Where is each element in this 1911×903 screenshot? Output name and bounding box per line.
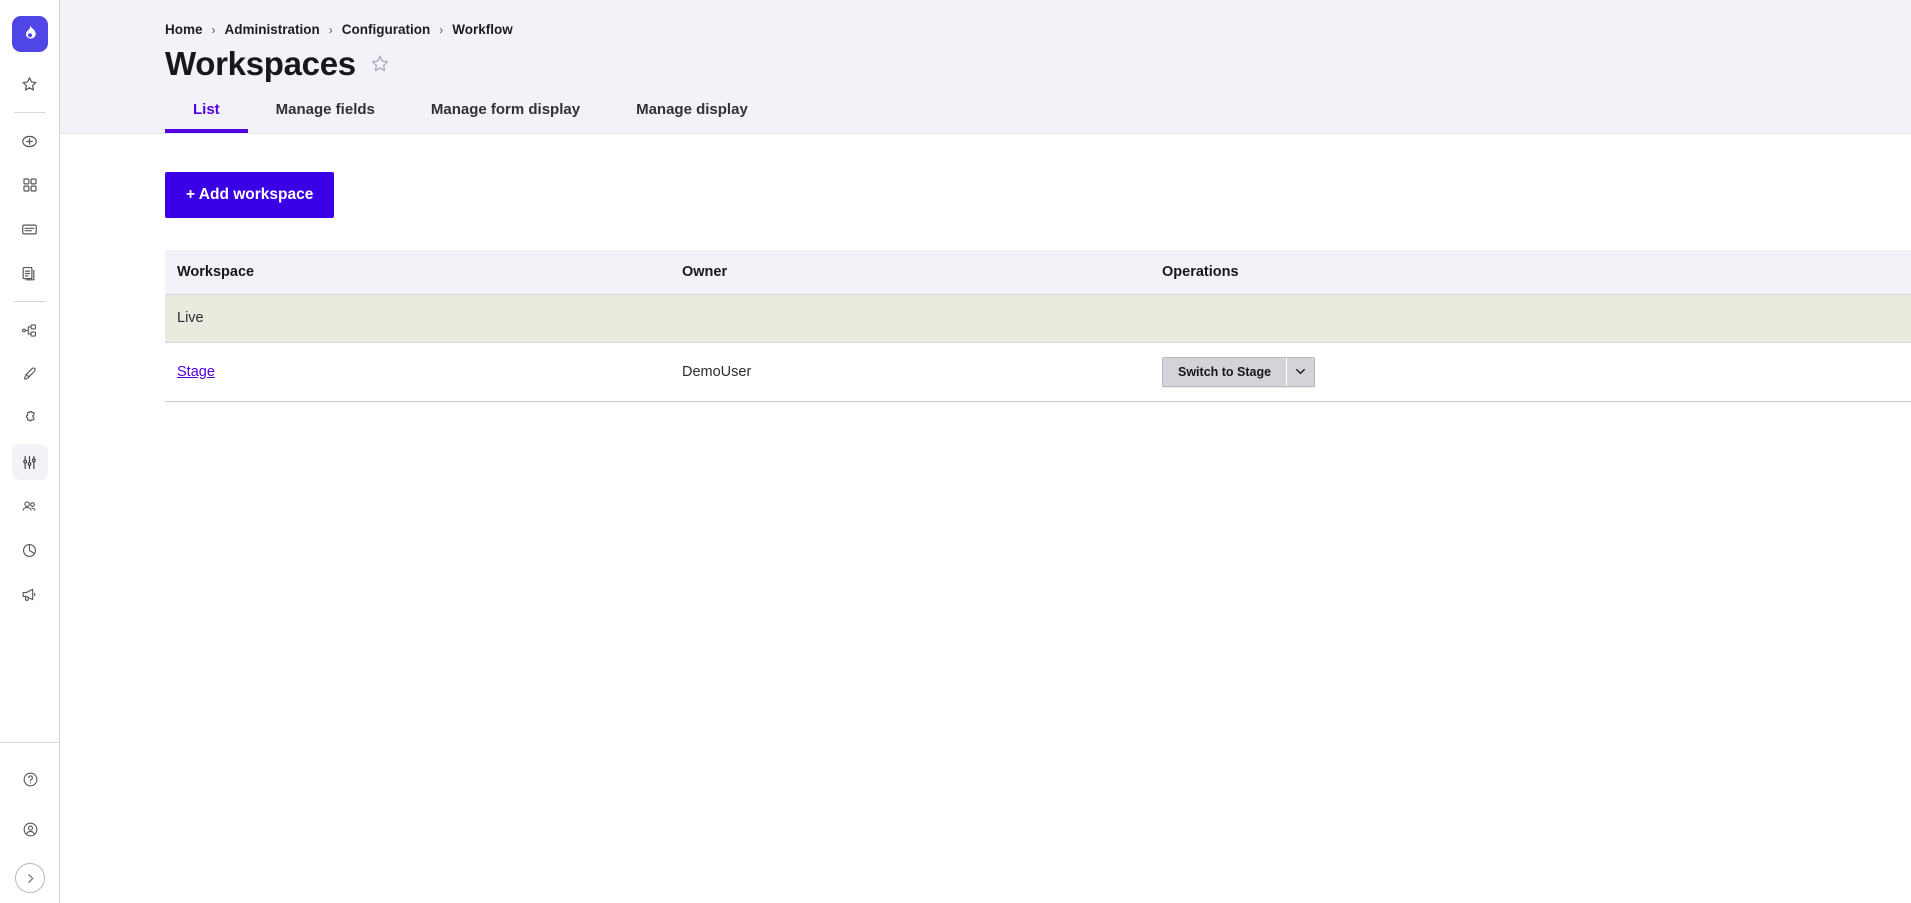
breadcrumb-separator-icon: ›	[211, 22, 216, 37]
sidebar-group-admin	[11, 312, 48, 612]
workspaces-table: Workspace Owner Operations Live Stage De…	[165, 249, 1911, 402]
title-row: Workspaces	[60, 45, 1911, 83]
list-icon	[22, 224, 37, 234]
column-header-operations: Operations	[1150, 249, 1911, 295]
pie-chart-icon	[23, 543, 36, 557]
breadcrumb-item-workflow[interactable]: Workflow	[452, 22, 513, 37]
breadcrumb-separator-icon: ›	[439, 22, 444, 37]
puzzle-icon	[25, 410, 35, 422]
cell-workspace-stage: Stage	[165, 342, 670, 402]
column-header-workspace: Workspace	[165, 249, 670, 295]
breadcrumb: Home › Administration › Configuration › …	[60, 22, 1911, 37]
sidebar-divider-3	[0, 742, 60, 743]
chevron-right-icon	[27, 873, 33, 883]
main-region: Home › Administration › Configuration › …	[60, 0, 1911, 903]
cell-workspace-live: Live	[165, 294, 670, 343]
chevron-down-icon	[1296, 368, 1306, 375]
cell-owner-stage: DemoUser	[670, 342, 1150, 402]
column-header-owner: Owner	[670, 249, 1150, 295]
sidebar-item-appearance[interactable]	[12, 356, 48, 392]
sidebar-item-structure[interactable]	[12, 312, 48, 348]
sidebar-item-configuration[interactable]	[11, 444, 48, 480]
sidebar-item-content[interactable]	[12, 211, 48, 247]
content-region: + Add workspace Workspace Owner Operatio…	[60, 134, 1911, 903]
sidebar-bottom-group	[0, 742, 60, 903]
paintbrush-icon	[23, 366, 36, 380]
sitemap-icon	[22, 323, 36, 337]
star-icon	[22, 76, 37, 91]
cell-operations-stage: Switch to Stage	[1150, 342, 1911, 402]
tab-list[interactable]: List	[165, 101, 248, 133]
files-icon	[22, 266, 35, 280]
sliders-icon	[23, 455, 36, 469]
cell-operations-live	[1150, 294, 1911, 343]
tab-bar: List Manage fields Manage form display M…	[60, 101, 1911, 133]
sidebar-item-shortcuts[interactable]	[12, 66, 48, 102]
breadcrumb-item-configuration[interactable]: Configuration	[342, 22, 430, 37]
user-circle-icon	[23, 822, 37, 836]
tab-manage-display[interactable]: Manage display	[608, 101, 776, 133]
plus-circle-icon	[22, 135, 37, 147]
sidebar-item-extend[interactable]	[12, 400, 48, 436]
app-root: Home › Administration › Configuration › …	[0, 0, 1911, 903]
page-header: Home › Administration › Configuration › …	[60, 0, 1911, 134]
sidebar-item-people[interactable]	[12, 488, 48, 524]
sidebar-item-reports[interactable]	[12, 532, 48, 568]
table-row: Stage DemoUser Switch to Stage	[165, 342, 1911, 402]
breadcrumb-item-administration[interactable]: Administration	[225, 22, 320, 37]
sidebar-item-announcements[interactable]	[12, 576, 48, 612]
switch-to-stage-button[interactable]: Switch to Stage	[1163, 357, 1287, 386]
drupal-logo[interactable]	[11, 16, 48, 52]
people-icon	[22, 500, 36, 511]
tab-manage-form-display[interactable]: Manage form display	[403, 101, 608, 133]
tab-manage-fields[interactable]: Manage fields	[248, 101, 403, 133]
workspace-link-stage[interactable]: Stage	[177, 364, 215, 380]
star-icon	[371, 55, 388, 72]
table-row: Live	[165, 294, 1911, 343]
page-title: Workspaces	[165, 45, 356, 82]
sidebar-item-files[interactable]	[12, 255, 48, 291]
operations-dropdown-toggle[interactable]	[1286, 357, 1315, 386]
sidebar-item-create[interactable]	[12, 123, 48, 159]
add-to-shortcuts-button[interactable]	[369, 53, 391, 75]
sidebar-divider-2	[13, 301, 46, 302]
admin-sidebar	[0, 0, 60, 903]
sidebar-item-content-blocks[interactable]	[12, 167, 48, 203]
sidebar-item-help[interactable]	[12, 761, 48, 797]
table-header-row: Workspace Owner Operations	[165, 249, 1911, 295]
sidebar-expand-button[interactable]	[15, 863, 45, 893]
breadcrumb-item-home[interactable]: Home	[165, 22, 203, 37]
cell-owner-live	[670, 294, 1150, 343]
megaphone-icon	[22, 588, 36, 601]
sidebar-group-content	[12, 123, 48, 291]
grid-icon	[22, 178, 37, 192]
sidebar-item-account[interactable]	[12, 811, 48, 847]
operations-dropbutton: Switch to Stage	[1162, 356, 1316, 387]
table-header: Workspace Owner Operations	[165, 249, 1911, 295]
add-workspace-button[interactable]: + Add workspace	[165, 172, 335, 218]
breadcrumb-separator-icon: ›	[328, 22, 333, 37]
sidebar-divider-1	[13, 112, 46, 113]
table-body: Live Stage DemoUser Switch to Stage	[165, 294, 1911, 402]
help-circle-icon	[23, 772, 37, 786]
